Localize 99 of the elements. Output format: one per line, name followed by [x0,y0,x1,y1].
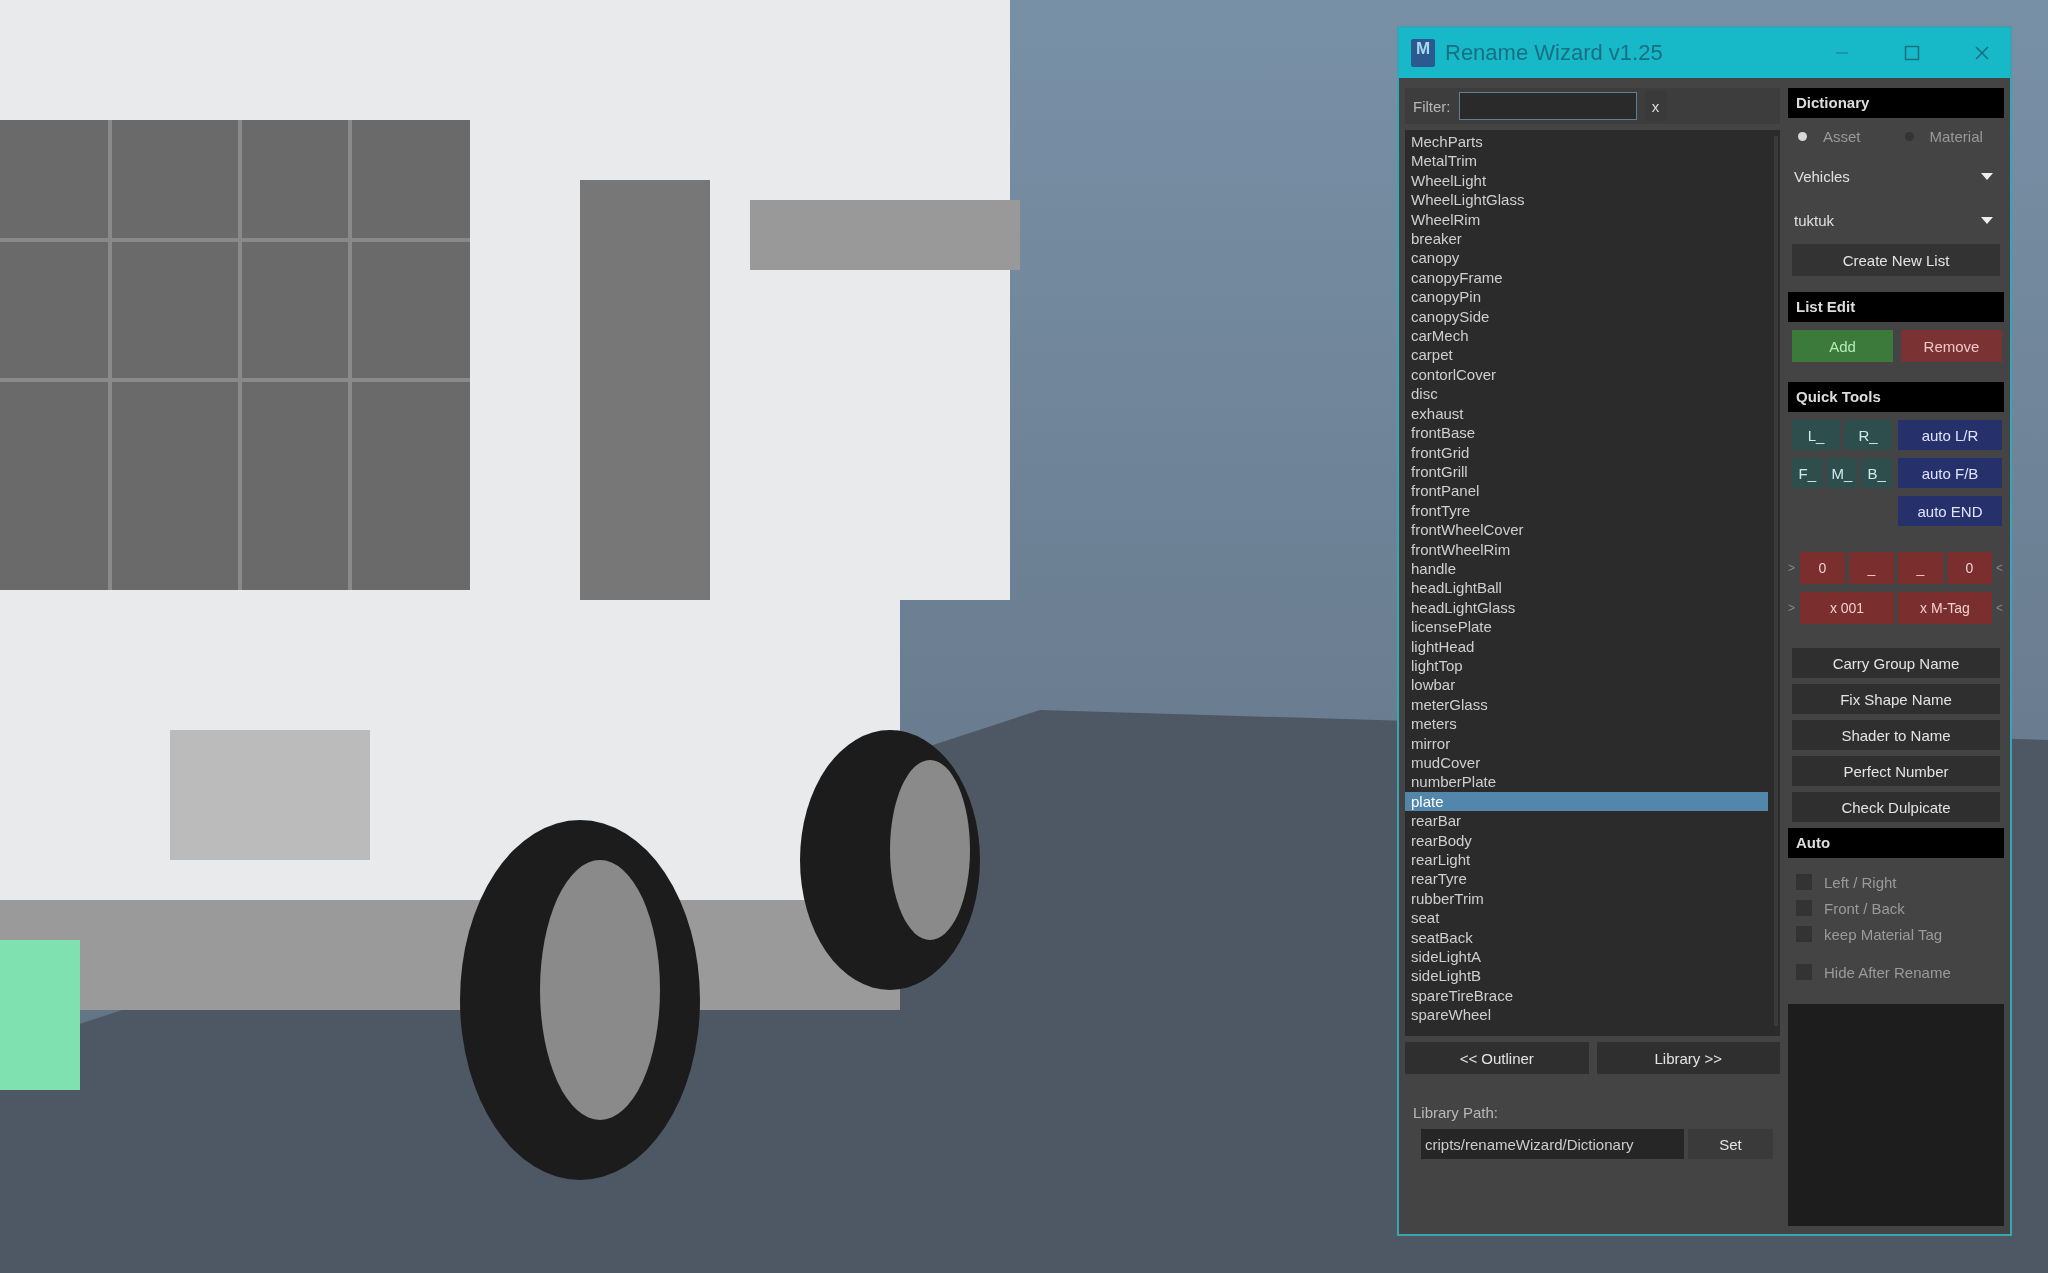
list-item[interactable]: lightHead [1405,636,1768,656]
list-item[interactable]: frontWheelRim [1405,539,1768,559]
action-button[interactable]: Perfect Number [1792,756,2000,786]
arrow-mark: < [1996,601,2004,615]
create-new-list-button[interactable]: Create New List [1792,244,2000,276]
action-button[interactable]: Shader to Name [1792,720,2000,750]
list-item[interactable]: handle [1405,558,1768,579]
list-item[interactable]: seatBack [1405,927,1768,948]
list-item[interactable]: spareWheel [1405,1005,1768,1025]
checkbox-label: Front / Back [1824,899,1905,917]
action-button[interactable]: Carry Group Name [1792,648,2000,678]
tag-button[interactable]: R_ [1844,420,1892,450]
list-item[interactable]: MechParts [1405,132,1768,152]
maximize-icon[interactable] [1904,45,1920,61]
caret-icon [1980,215,1994,225]
list-item[interactable]: lowbar [1405,675,1768,695]
affix-button[interactable]: _ [1898,552,1943,584]
nav-button[interactable]: << Outliner [1405,1042,1589,1074]
list-item[interactable]: frontGrid [1405,442,1768,462]
section-header: List Edit [1788,292,2004,322]
list-item[interactable]: frontBase [1405,423,1768,443]
dropdown[interactable]: tuktuk [1788,198,2004,242]
list-item[interactable]: headLightGlass [1405,597,1768,618]
list-item[interactable]: canopySide [1405,306,1768,327]
section-header: Dictionary [1788,88,2004,118]
radio-dot-icon[interactable] [1798,131,1807,141]
remove-button[interactable]: Remove [1901,330,2002,362]
arrow-mark: > [1788,601,1796,615]
list-item[interactable]: numberPlate [1405,772,1768,792]
checkbox-label: Left / Right [1824,873,1897,891]
list-item[interactable]: sideLightA [1405,947,1768,967]
app-logo: M [1411,39,1435,67]
list-item[interactable]: rearLight [1405,850,1768,870]
nav-button[interactable]: Library >> [1596,1042,1780,1074]
auto-button[interactable]: auto L/R [1898,420,2002,450]
list-item[interactable]: sideLightB [1405,966,1768,986]
auto-button[interactable]: auto END [1898,496,2002,526]
window-title: Rename Wizard v1.25 [1445,40,1663,66]
list-item[interactable]: plate [1405,791,1768,812]
checkbox-label: Hide After Rename [1824,963,1951,981]
list-item[interactable]: MetalTrim [1405,151,1768,171]
list-item[interactable]: rearBody [1405,830,1768,851]
filter-field[interactable] [1458,92,1637,120]
list-item[interactable]: exhaust [1405,403,1768,424]
list-item[interactable]: frontPanel [1405,481,1768,501]
checkbox-option[interactable]: Front / Back [1796,898,1998,918]
section-header: Auto [1788,828,2004,858]
list-item[interactable]: spareTireBrace [1405,985,1768,1006]
arrow-mark: < [1996,561,2004,575]
list-item[interactable]: mudCover [1405,753,1768,773]
list-item[interactable]: contorlCover [1405,364,1768,385]
affix-button[interactable]: 0 [1800,552,1845,584]
library-path-field[interactable]: cripts/renameWizard/Dictionary [1421,1129,1684,1159]
add-button[interactable]: Add [1792,330,1893,362]
radio-label: Asset [1823,127,1861,145]
list-item[interactable]: WheelLightGlass [1405,190,1768,210]
action-button[interactable]: Fix Shape Name [1792,684,2000,714]
tag-button[interactable]: L_ [1792,420,1840,450]
list-item[interactable]: seat [1405,908,1768,928]
tag-button[interactable]: B_ [1861,458,1892,488]
filter-label: Filter: [1413,97,1451,115]
list-item[interactable]: WheelLight [1405,170,1768,191]
radio-label: Material [1929,127,1983,145]
list-item[interactable]: canopyFrame [1405,267,1768,288]
list-item[interactable]: rubberTrim [1405,888,1768,909]
section-header: Quick Tools [1788,382,2004,412]
list-item[interactable]: headLightBall [1405,578,1768,598]
tag-button[interactable]: F_ [1792,458,1823,488]
list-item[interactable]: meterGlass [1405,694,1768,715]
list-item[interactable]: WheelRim [1405,209,1768,230]
library-path-label: Library Path: [1413,1104,1500,1121]
auto-button[interactable]: auto F/B [1898,458,2002,488]
list-item[interactable]: lightTop [1405,655,1768,676]
list-item[interactable]: breaker [1405,229,1768,249]
caret-icon [1980,171,1994,181]
dropdown[interactable]: Vehicles [1788,154,2004,198]
affix-button[interactable]: _ [1849,552,1894,584]
list-item[interactable]: carMech [1405,326,1768,346]
list-item[interactable]: carpet [1405,345,1768,365]
list-item[interactable]: rearTyre [1405,869,1768,889]
list-item[interactable]: licensePlate [1405,617,1768,637]
affix-button[interactable]: x M-Tag [1898,592,1992,624]
list-item[interactable]: disc [1405,384,1768,404]
set-button[interactable]: Set [1688,1129,1773,1159]
close-icon[interactable] [1974,45,1990,61]
affix-button[interactable]: x 001 [1800,592,1894,624]
list-item[interactable]: frontTyre [1405,500,1768,521]
action-button[interactable]: Check Dulpicate [1792,792,2000,822]
list-item[interactable]: frontWheelCover [1405,520,1768,540]
list-item[interactable]: mirror [1405,733,1768,753]
list-item[interactable]: meters [1405,714,1768,734]
list-item[interactable]: canopyPin [1405,287,1768,307]
arrow-mark: > [1788,561,1796,575]
list-item[interactable]: rearBar [1405,811,1768,831]
checkbox-label: keep Material Tag [1824,925,1943,943]
list-item[interactable]: frontGrill [1405,461,1768,482]
list-item[interactable]: canopy [1405,248,1768,268]
affix-button[interactable]: 0 [1947,552,1992,584]
tag-button[interactable]: M_ [1826,458,1858,488]
